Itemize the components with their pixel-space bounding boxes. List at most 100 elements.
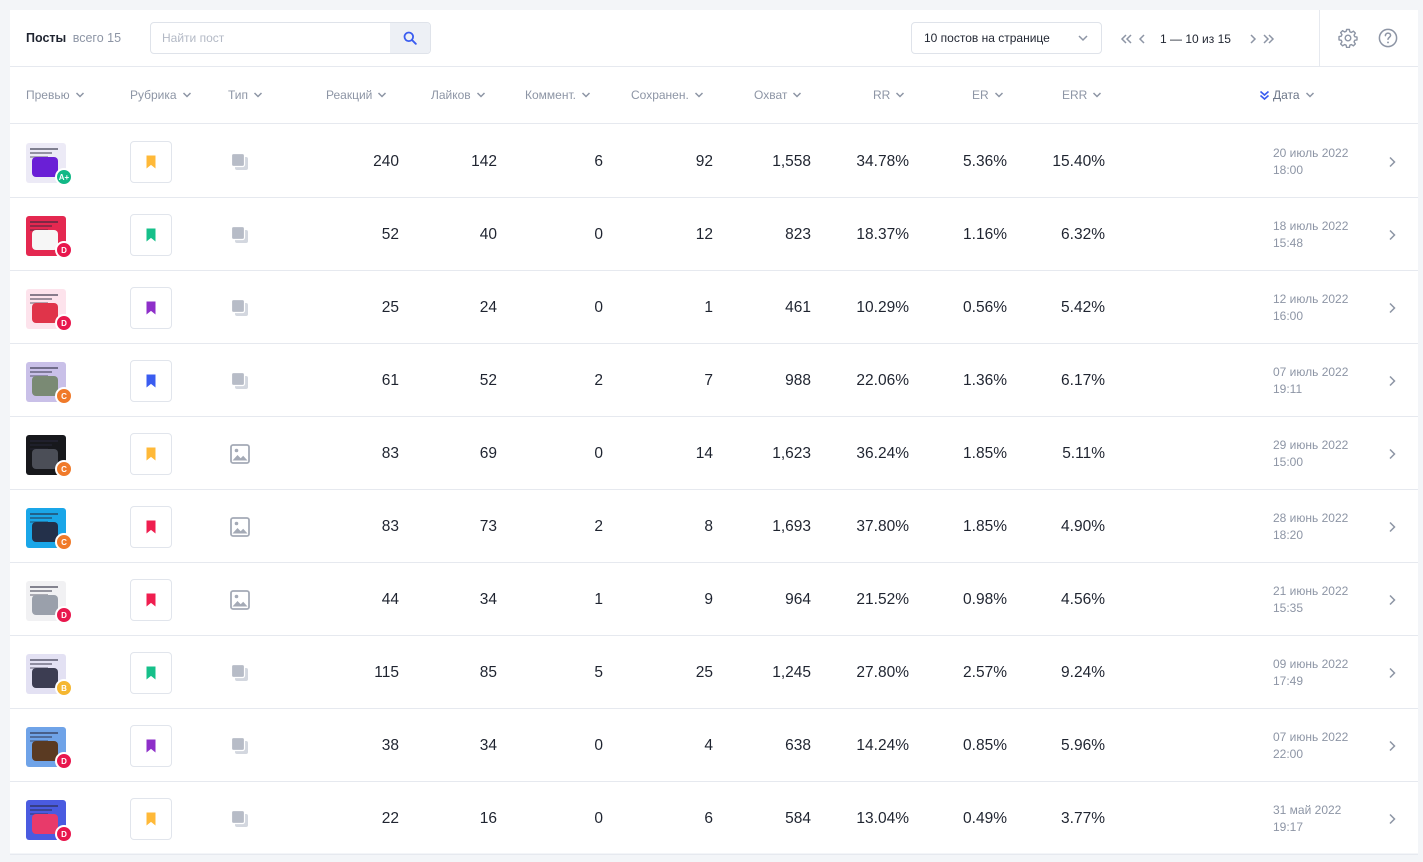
post-date-time: 18:20	[1273, 528, 1304, 542]
rubric-tag[interactable]	[130, 652, 172, 694]
err-value: 6.17%	[1061, 372, 1105, 389]
search-input[interactable]	[151, 23, 391, 53]
chevron-right-icon	[1389, 229, 1396, 241]
rubric-tag[interactable]	[130, 725, 172, 767]
column-header-reach[interactable]: Охват	[754, 88, 802, 102]
chevron-right-icon	[1389, 813, 1396, 825]
table-row[interactable]: B 115 85 5 25 1,245 27.80% 2.57% 9.24% 0…	[10, 636, 1418, 709]
column-label: Коммент.	[525, 88, 576, 102]
settings-button[interactable]	[1337, 27, 1359, 49]
rubric-tag[interactable]	[130, 433, 172, 475]
column-label: Тип	[228, 88, 249, 102]
rubric-tag[interactable]	[130, 506, 172, 548]
open-post-button[interactable]	[1386, 227, 1398, 243]
table-row[interactable]: D 52 40 0 12 823 18.37% 1.16% 6.32% 18 и…	[10, 198, 1418, 271]
er-value: 5.36%	[963, 153, 1007, 170]
open-post-button[interactable]	[1386, 373, 1398, 389]
bookmark-icon	[146, 228, 156, 242]
search-button[interactable]	[390, 23, 430, 53]
column-header-saves[interactable]: Сохранен.	[631, 88, 704, 102]
rubric-tag[interactable]	[130, 579, 172, 621]
next-page-button[interactable]	[1245, 30, 1261, 48]
column-header-comments[interactable]: Коммент.	[525, 88, 591, 102]
chevron-right-icon	[1389, 594, 1396, 606]
column-label: Рубрика	[130, 88, 177, 102]
likes-value: 73	[479, 518, 497, 535]
column-header-rr[interactable]: RR	[873, 88, 905, 102]
saves-value: 4	[704, 737, 713, 754]
post-date-day: 18 июль 2022	[1273, 219, 1349, 233]
likes-value: 40	[479, 226, 497, 243]
open-post-button[interactable]	[1386, 811, 1398, 827]
chevron-right-icon	[1389, 521, 1396, 533]
column-header-reactions[interactable]: Реакций	[326, 88, 387, 102]
open-post-button[interactable]	[1386, 300, 1398, 316]
column-header-preview[interactable]: Превью	[26, 88, 85, 102]
open-post-button[interactable]	[1386, 738, 1398, 754]
reactions-value: 240	[373, 153, 399, 170]
grade-badge: D	[55, 241, 73, 259]
column-header-rubric[interactable]: Рубрика	[130, 88, 192, 102]
thumbnail-text-line	[30, 590, 52, 592]
column-header-type[interactable]: Тип	[228, 88, 263, 102]
rubric-tag[interactable]	[130, 214, 172, 256]
help-button[interactable]	[1377, 27, 1399, 49]
per-page-select[interactable]: 10 постов на странице	[911, 22, 1102, 54]
carousel-icon	[230, 298, 248, 316]
search-box	[150, 22, 431, 54]
open-post-button[interactable]	[1386, 446, 1398, 462]
open-post-button[interactable]	[1386, 592, 1398, 608]
table-row[interactable]: D 25 24 0 1 461 10.29% 0.56% 5.42% 12 ию…	[10, 271, 1418, 344]
reach-value: 1,558	[772, 153, 811, 170]
rubric-tag[interactable]	[130, 287, 172, 329]
chevron-down-icon	[1078, 35, 1088, 42]
column-header-likes[interactable]: Лайков	[431, 88, 486, 102]
likes-value: 24	[479, 299, 497, 316]
first-page-button[interactable]	[1118, 30, 1134, 48]
bookmark-icon	[146, 155, 156, 169]
column-header-err[interactable]: ERR	[1062, 88, 1102, 102]
table-row[interactable]: C 83 69 0 14 1,623 36.24% 1.85% 5.11% 29…	[10, 417, 1418, 490]
rubric-tag[interactable]	[130, 360, 172, 402]
reach-value: 964	[785, 591, 811, 608]
post-type	[229, 443, 251, 465]
chevron-down-icon	[1093, 92, 1102, 98]
thumbnail-artwork	[32, 157, 58, 177]
thumbnail-artwork	[32, 303, 58, 323]
rr-value: 37.80%	[856, 518, 909, 535]
rubric-tag[interactable]	[130, 798, 172, 840]
reach-value: 1,245	[772, 664, 811, 681]
carousel-icon	[230, 736, 248, 754]
rr-value: 21.52%	[856, 591, 909, 608]
prev-page-button[interactable]	[1134, 30, 1150, 48]
column-header-date[interactable]: Дата	[1259, 88, 1315, 102]
table-row[interactable]: D 44 34 1 9 964 21.52% 0.98% 4.56% 21 ию…	[10, 563, 1418, 636]
post-type	[229, 662, 251, 684]
post-date-time: 17:49	[1273, 674, 1304, 688]
post-date-day: 21 июнь 2022	[1273, 584, 1349, 598]
last-page-button[interactable]	[1261, 30, 1277, 48]
column-label: ERR	[1062, 88, 1088, 102]
post-type	[229, 516, 251, 538]
chevron-right-icon	[1389, 156, 1396, 168]
grade-badge: C	[55, 533, 73, 551]
open-post-button[interactable]	[1386, 519, 1398, 535]
open-post-button[interactable]	[1386, 154, 1398, 170]
rubric-tag[interactable]	[130, 141, 172, 183]
post-date-day: 12 июль 2022	[1273, 292, 1349, 306]
grade-badge: D	[55, 752, 73, 770]
table-row[interactable]: C 83 73 2 8 1,693 37.80% 1.85% 4.90% 28 …	[10, 490, 1418, 563]
table-row[interactable]: D 38 34 0 4 638 14.24% 0.85% 5.96% 07 ию…	[10, 709, 1418, 782]
comments-value: 0	[594, 299, 603, 316]
post-type	[229, 808, 251, 830]
thumbnail-text-line	[30, 809, 52, 811]
reactions-value: 61	[381, 372, 399, 389]
table-row[interactable]: C 61 52 2 7 988 22.06% 1.36% 6.17% 07 ию…	[10, 344, 1418, 417]
column-header-er[interactable]: ER	[972, 88, 1004, 102]
table-row[interactable]: D 22 16 0 6 584 13.04% 0.49% 3.77% 31 ма…	[10, 782, 1418, 855]
table-row[interactable]: A+ 240 142 6 92 1,558 34.78% 5.36% 15.40…	[10, 125, 1418, 198]
thumbnail-text-line	[30, 148, 58, 150]
thumbnail-artwork	[32, 230, 58, 250]
open-post-button[interactable]	[1386, 665, 1398, 681]
err-value: 5.11%	[1062, 445, 1105, 462]
